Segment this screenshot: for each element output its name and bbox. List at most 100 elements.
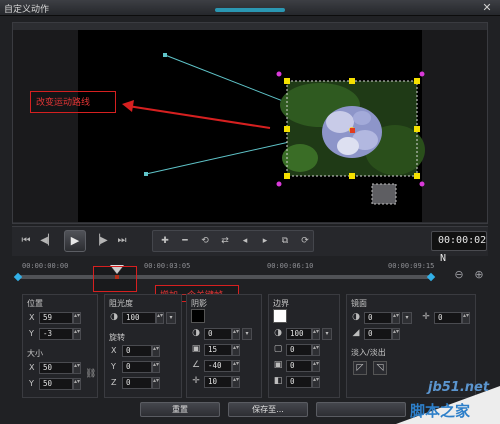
mirror-gradient-input[interactable]: 0 (364, 328, 392, 340)
swap-keyframe-icon[interactable]: ⇄ (217, 234, 233, 248)
shadow-opacity-spinner[interactable]: ▴▾ (232, 328, 240, 340)
size-y-spinner[interactable]: ▴▾ (73, 378, 81, 390)
border-width-spinner[interactable]: ▴▾ (312, 344, 320, 356)
border-opacity-icon: ◑ (274, 328, 282, 338)
mirror-opacity-input[interactable]: 0 (364, 312, 392, 324)
timeline-track[interactable] (18, 275, 431, 279)
position-x-input[interactable]: 59 (39, 312, 73, 324)
border-color-swatch[interactable] (273, 309, 287, 323)
save-as-button[interactable]: 保存至... (228, 402, 308, 417)
opacity-dropdown[interactable]: ▾ (166, 312, 176, 324)
keyframe-toolbar: ✚ ━ ⟲ ⇄ ◂ ▸ ⧉ ⟳ (152, 230, 314, 252)
rotation-y-input[interactable]: 0 (122, 361, 152, 373)
shadow-angle-spinner[interactable]: ▴▾ (232, 360, 240, 372)
lock-ratio-icon[interactable]: ⛓ (85, 369, 96, 379)
zoom-out-icon[interactable]: ⊖ (452, 268, 466, 282)
shadow-distance-input[interactable]: 10 (204, 376, 232, 388)
add-keyframe-icon[interactable]: ✚ (157, 234, 173, 248)
mirror-title: 镜面 (351, 299, 367, 308)
rotation-y-spinner[interactable]: ▴▾ (152, 361, 160, 373)
size-x-spinner[interactable]: ▴▾ (73, 362, 81, 374)
size-y-input[interactable]: 50 (39, 378, 73, 390)
ok-button[interactable] (316, 402, 406, 417)
tick-label: 00:00:09:15 (388, 262, 435, 270)
timeline-ruler[interactable]: 00:00:00:00 00:00:03:05 00:00:06:10 00:0… (12, 258, 452, 270)
rotation-z-input[interactable]: 0 (122, 377, 152, 389)
mirror-offset-spinner[interactable]: ▴▾ (462, 312, 470, 324)
rotation-x-input[interactable]: 0 (122, 345, 152, 357)
play-icon[interactable]: ▶ (64, 230, 86, 252)
rotation-z-spinner[interactable]: ▴▾ (152, 377, 160, 389)
position-y-input[interactable]: -3 (39, 328, 73, 340)
size-x-input[interactable]: 50 (39, 362, 73, 374)
reverse-keyframe-icon[interactable]: ⟲ (197, 234, 213, 248)
rotation-x-spinner[interactable]: ▴▾ (152, 345, 160, 357)
border-blur-icon: ▣ (273, 360, 283, 370)
mirror-offset-input[interactable]: 0 (434, 312, 462, 324)
fade-out-icon[interactable]: ◹ (373, 361, 387, 375)
position-y-spinner[interactable]: ▴▾ (73, 328, 81, 340)
reset-button[interactable]: 重置 (140, 402, 220, 417)
border-opacity-dropdown[interactable]: ▾ (322, 328, 332, 340)
size-title: 大小 (27, 349, 43, 358)
close-icon[interactable]: ✕ (480, 1, 494, 14)
rotation-z-label: Z (111, 378, 117, 387)
border-title: 边界 (273, 299, 289, 308)
timecode-value: 00:00:02 (438, 235, 487, 246)
mirror-opacity-dropdown[interactable]: ▾ (402, 312, 412, 324)
watermark-brand: 脚本之家 (410, 402, 471, 420)
shadow-color-swatch[interactable] (191, 309, 205, 323)
border-width-input[interactable]: 0 (286, 344, 312, 356)
shadow-opacity-input[interactable]: 0 (204, 328, 232, 340)
position-title: 位置 (27, 299, 43, 308)
mirror-gradient-icon: ◢ (352, 328, 360, 338)
mirror-gradient-spinner[interactable]: ▴▾ (392, 328, 400, 340)
border-extra-input[interactable]: 0 (286, 376, 312, 388)
border-blur-input[interactable]: 0 (286, 360, 312, 372)
size-y-label: Y (29, 379, 34, 388)
preview-canvas[interactable] (78, 30, 422, 222)
preview-letterbox-right (422, 30, 487, 222)
border-opacity-spinner[interactable]: ▴▾ (312, 328, 320, 340)
shadow-opacity-dropdown[interactable]: ▾ (242, 328, 252, 340)
size-x-label: X (29, 363, 35, 372)
watermark-domain: jb51.net (428, 380, 490, 395)
playback-controls: ⏮ ◀▏ ▶ ▕▶ ⏭ ✚ ━ ⟲ ⇄ ◂ ▸ ⧉ ⟳ 00:00:02 N (12, 226, 488, 264)
border-blur-spinner[interactable]: ▴▾ (312, 360, 320, 372)
go-to-end-icon[interactable]: ⏭ (114, 233, 130, 249)
shadow-blur-spinner[interactable]: ▴▾ (232, 344, 240, 356)
border-extra-icon: ◧ (273, 376, 283, 386)
position-x-label: X (29, 313, 35, 322)
window-title: 自定义动作 (4, 5, 50, 15)
move-left-icon[interactable]: ◂ (237, 234, 253, 248)
shadow-angle-icon: ∠ (191, 360, 201, 370)
position-size-panel: 位置 X 59 ▴▾ Y -3 ▴▾ 大小 X 50 ▴▾ Y 50 ▴▾ ⛓ (22, 294, 98, 398)
border-extra-spinner[interactable]: ▴▾ (312, 376, 320, 388)
mirror-move-icon: ✛ (422, 312, 430, 322)
shadow-opacity-icon: ◑ (192, 328, 200, 338)
shadow-distance-spinner[interactable]: ▴▾ (232, 376, 240, 388)
mirror-opacity-spinner[interactable]: ▴▾ (392, 312, 400, 324)
position-x-spinner[interactable]: ▴▾ (73, 312, 81, 324)
opacity-input[interactable]: 100 (122, 312, 156, 324)
tick-label: 00:00:06:10 (267, 262, 314, 270)
timecode-display[interactable]: 00:00:02 N (431, 231, 487, 264)
shadow-blur-input[interactable]: 15 (204, 344, 232, 356)
remove-keyframe-icon[interactable]: ━ (177, 234, 193, 248)
move-right-icon[interactable]: ▸ (257, 234, 273, 248)
opacity-icon: ◑ (110, 312, 118, 322)
annotation-motion-path-text: 改变运动路线 (36, 98, 91, 108)
shadow-angle-input[interactable]: -40 (204, 360, 232, 372)
go-to-start-icon[interactable]: ⏮ (18, 233, 34, 249)
fade-in-icon[interactable]: ◸ (353, 361, 367, 375)
copy-icon[interactable]: ⧉ (277, 234, 293, 248)
prev-frame-icon[interactable]: ◀▏ (40, 233, 56, 249)
paste-icon[interactable]: ⟳ (297, 234, 313, 248)
zoom-in-icon[interactable]: ⊕ (472, 268, 486, 282)
next-frame-icon[interactable]: ▕▶ (92, 233, 108, 249)
rotation-y-label: Y (111, 362, 116, 371)
title-glow (215, 8, 285, 12)
opacity-spinner[interactable]: ▴▾ (156, 312, 164, 324)
border-opacity-input[interactable]: 100 (286, 328, 312, 340)
title-bar: 自定义动作 ✕ (0, 0, 500, 16)
